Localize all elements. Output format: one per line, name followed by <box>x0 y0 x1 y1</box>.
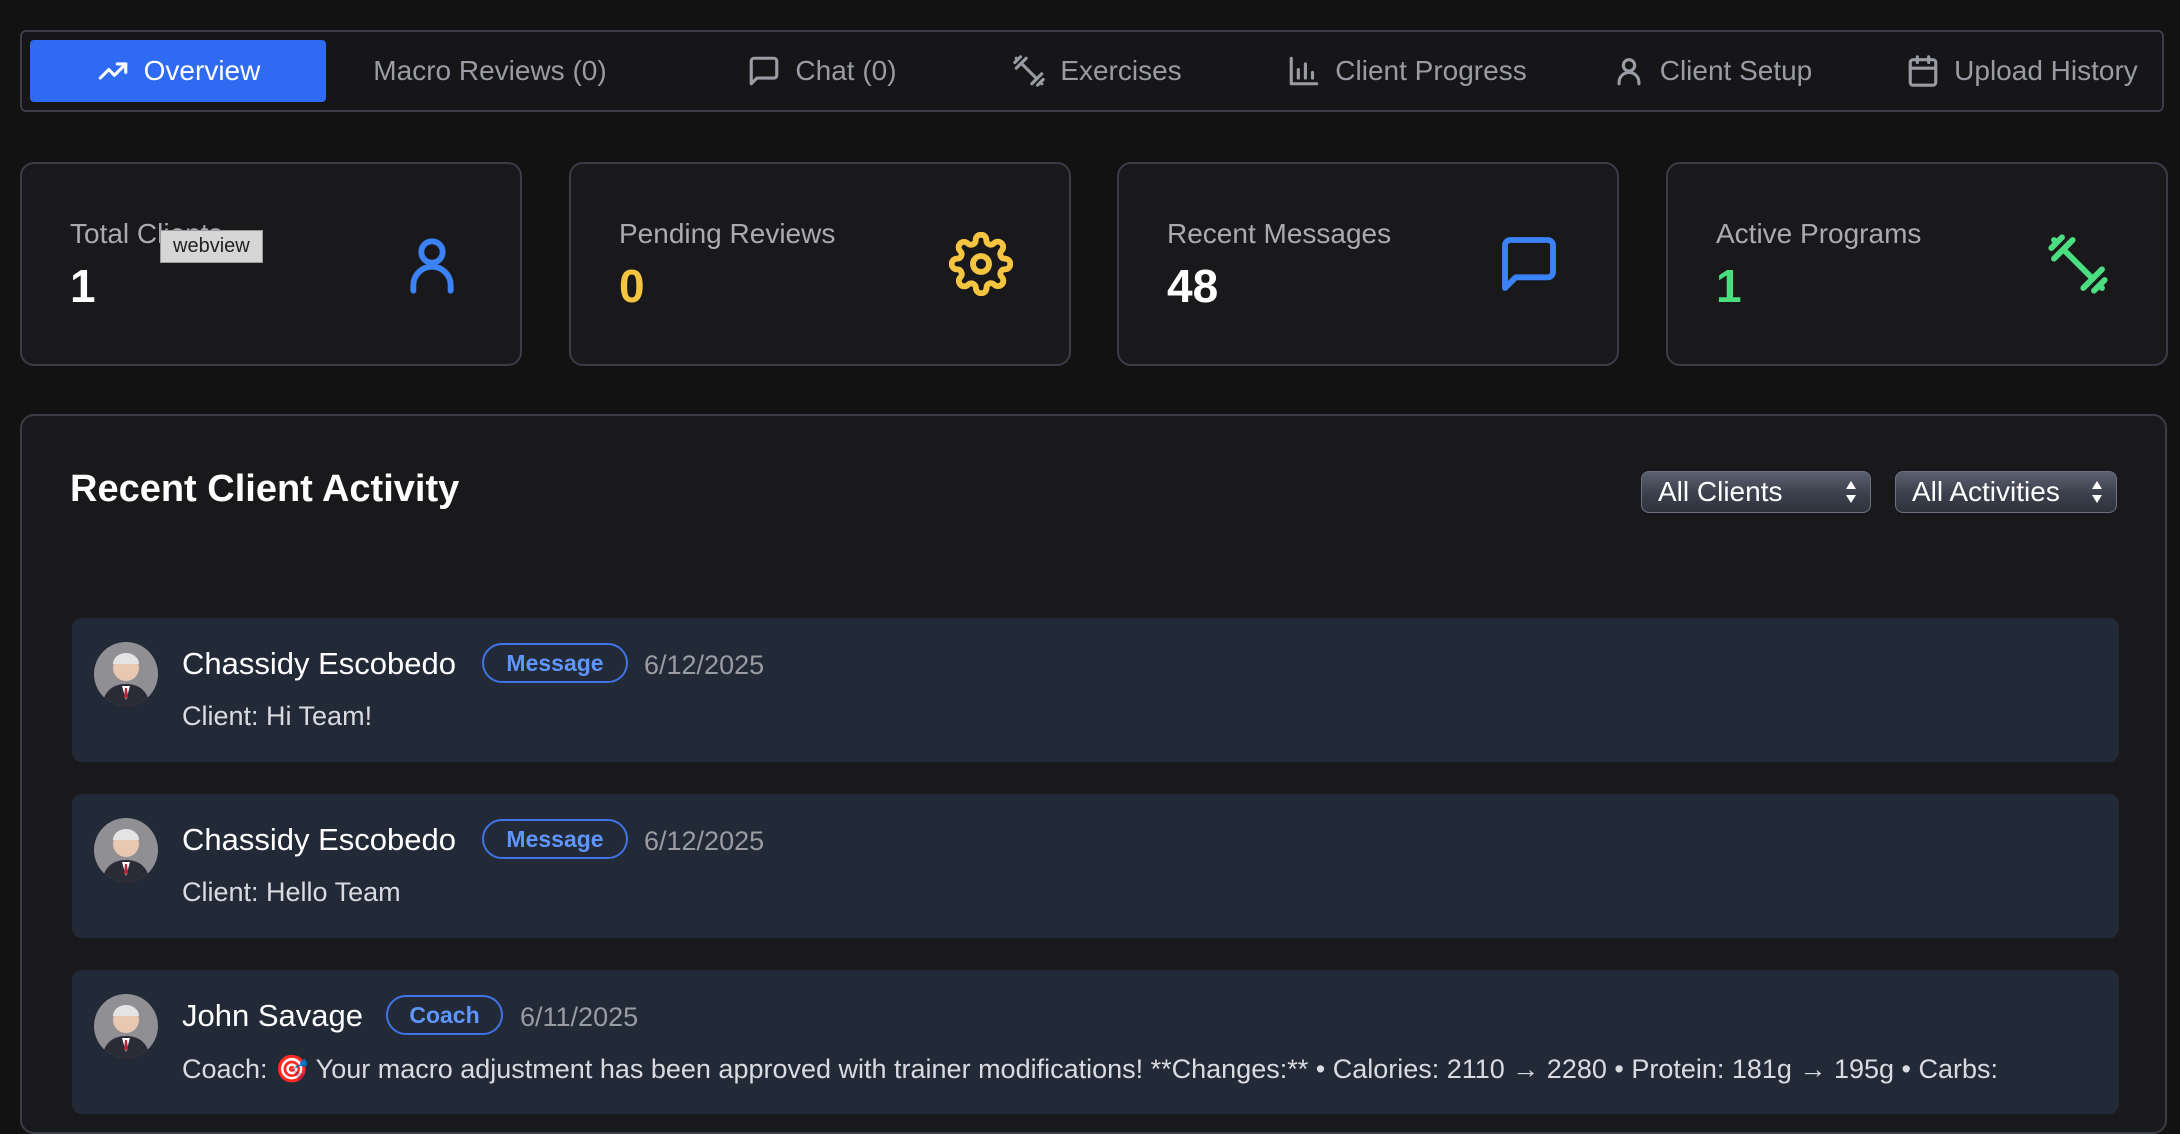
avatar <box>94 994 158 1058</box>
tab-label: Macro Reviews (0) <box>373 55 607 86</box>
tab-chat[interactable]: Chat (0) <box>682 40 962 102</box>
tooltip: webview <box>160 230 263 263</box>
select-arrows-icon <box>2092 481 2102 503</box>
select-value: All Clients <box>1658 476 1783 507</box>
stat-label: Recent Messages <box>1167 218 1392 249</box>
trending-up-icon <box>98 62 127 80</box>
stat-label: Active Programs <box>1716 218 1922 249</box>
bar-chart-icon <box>1289 56 1319 86</box>
tab-label: Upload History <box>1954 55 2138 86</box>
tab-label: Client Progress <box>1335 55 1527 86</box>
client-name[interactable]: John Savage <box>182 998 363 1034</box>
list-item[interactable]: Chassidy Escobedo Message 6/12/2025 Clie… <box>72 794 2119 938</box>
stat-label: Pending Reviews <box>619 218 836 249</box>
tab-macro-reviews[interactable]: Macro Reviews (0) <box>340 40 640 102</box>
tab-client-progress[interactable]: Client Progress <box>1262 40 1552 102</box>
message-square-icon <box>750 56 779 86</box>
stat-card-recent-messages: Recent Messages 48 <box>1117 162 1619 366</box>
activity-type-badge: Message <box>482 819 628 859</box>
tab-exercises[interactable]: Exercises <box>982 40 1212 102</box>
activity-date: 6/12/2025 <box>644 650 765 680</box>
dumbbell-icon <box>1013 55 1046 87</box>
client-name[interactable]: Chassidy Escobedo <box>182 822 456 858</box>
dumbbell-icon <box>2046 232 2110 296</box>
panel-title: Recent Client Activity <box>70 468 460 510</box>
activity-text: Client: Hi Team! <box>182 701 373 731</box>
list-item[interactable]: Chassidy Escobedo Message 6/12/2025 Clie… <box>72 618 2119 762</box>
activity-filter-select[interactable]: All Activities <box>1895 471 2117 513</box>
stat-card-active-programs: Active Programs 1 <box>1666 162 2168 366</box>
select-value: All Activities <box>1912 476 2060 507</box>
stat-value: 1 <box>70 260 96 312</box>
tab-bar: Overview Macro Reviews (0) Chat (0) Exer… <box>20 30 2164 112</box>
tab-label: Overview <box>143 55 261 86</box>
user-icon <box>1617 58 1641 86</box>
select-arrows-icon <box>1846 481 1856 503</box>
activity-date: 6/12/2025 <box>644 826 765 856</box>
activity-type-badge: Message <box>482 643 628 683</box>
list-item[interactable]: John Savage Coach 6/11/2025 Coach: 🎯 You… <box>72 970 2119 1114</box>
activity-date: 6/11/2025 <box>520 1002 639 1032</box>
tab-client-setup[interactable]: Client Setup <box>1592 40 1832 102</box>
stat-card-pending-reviews: Pending Reviews 0 <box>569 162 1071 366</box>
activity-type-badge: Coach <box>386 995 503 1035</box>
stat-value: 1 <box>1716 260 1742 312</box>
tab-label: Chat (0) <box>795 55 897 86</box>
tab-overview[interactable]: Overview <box>30 40 326 102</box>
user-icon <box>400 232 464 296</box>
avatar <box>94 818 158 882</box>
tab-label: Exercises <box>1060 55 1182 86</box>
activity-text: Client: Hello Team <box>182 877 401 907</box>
recent-activity-panel: Recent Client Activity All Clients All A… <box>20 414 2167 1134</box>
tab-upload-history[interactable]: Upload History <box>1892 40 2152 102</box>
stat-value: 48 <box>1167 260 1219 312</box>
stat-card-total-clients: Total Clients 1 <box>20 162 522 366</box>
avatar <box>94 642 158 706</box>
stat-value: 0 <box>619 260 645 312</box>
tab-label: Client Setup <box>1659 55 1813 86</box>
client-name[interactable]: Chassidy Escobedo <box>182 646 456 682</box>
client-filter-select[interactable]: All Clients <box>1641 471 1871 513</box>
message-square-icon <box>1497 232 1561 296</box>
calendar-icon <box>1908 55 1938 87</box>
activity-text: Coach: 🎯 Your macro adjustment has been … <box>182 1054 1998 1084</box>
gear-icon <box>948 231 1014 297</box>
